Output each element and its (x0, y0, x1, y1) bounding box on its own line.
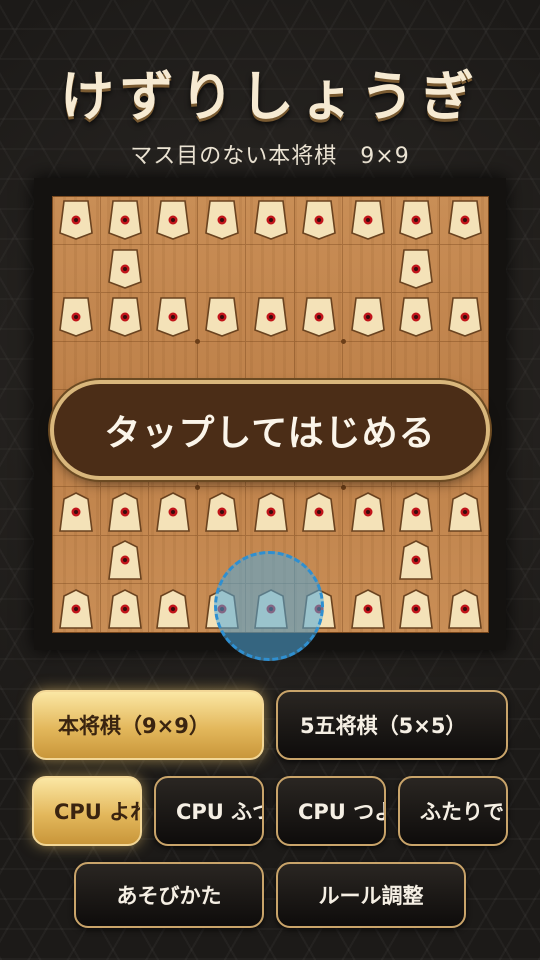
cpu-weak-button[interactable]: CPU よわい (32, 776, 142, 846)
board-cell[interactable] (246, 244, 295, 294)
rule-settings-button[interactable]: ルール調整 (276, 862, 466, 928)
shogi-piece[interactable] (107, 297, 142, 338)
shogi-piece[interactable] (59, 491, 94, 532)
board-cell[interactable] (440, 535, 489, 585)
shogi-piece[interactable] (302, 297, 336, 338)
board-cell[interactable] (294, 244, 344, 294)
cpu-weak-label: CPU よわい (54, 800, 140, 824)
app-subtitle: マス目のない本将棋 9×9 (130, 144, 410, 169)
board-cell[interactable] (391, 341, 441, 391)
shogi-piece[interactable] (107, 200, 142, 241)
mode-mini-button[interactable]: 5五将棋（5×5） (276, 690, 508, 760)
shogi-piece[interactable] (399, 297, 434, 338)
board-cell[interactable] (52, 535, 101, 585)
shogi-piece[interactable] (107, 588, 142, 629)
shogi-piece[interactable] (107, 540, 142, 580)
mode-mini-label: 5五将棋（5×5） (300, 714, 467, 738)
board-cell[interactable] (100, 341, 150, 391)
board-star-point (340, 484, 346, 490)
board-cell[interactable] (343, 535, 392, 585)
shogi-piece[interactable] (399, 249, 434, 289)
shogi-piece[interactable] (350, 588, 385, 629)
board-cell[interactable] (52, 341, 101, 391)
shogi-piece[interactable] (399, 200, 434, 241)
shogi-piece[interactable] (253, 297, 288, 338)
shogi-piece[interactable] (399, 491, 434, 532)
shogi-piece[interactable] (447, 588, 482, 629)
board-cell[interactable] (197, 244, 247, 294)
rule-settings-label: ルール調整 (318, 884, 424, 908)
shogi-piece[interactable] (350, 491, 385, 532)
mode-standard-label: 本将棋（9×9） (58, 714, 210, 738)
shogi-piece[interactable] (350, 200, 385, 241)
board-cell[interactable] (440, 244, 489, 294)
shogi-piece[interactable] (399, 540, 434, 580)
shogi-piece[interactable] (156, 297, 191, 338)
touch-indicator (214, 551, 324, 661)
shogi-piece[interactable] (107, 491, 142, 532)
board-cell[interactable] (149, 244, 198, 294)
shogi-piece[interactable] (59, 200, 94, 241)
shogi-piece[interactable] (156, 588, 191, 629)
shogi-piece[interactable] (205, 297, 239, 338)
shogi-piece[interactable] (156, 200, 191, 241)
how-to-play-button[interactable]: あそびかた (74, 862, 264, 928)
two-players-button[interactable]: ふたりで (398, 776, 508, 846)
shogi-piece[interactable] (107, 249, 142, 289)
shogi-piece[interactable] (447, 491, 482, 532)
cpu-strong-button[interactable]: CPU つよい (276, 776, 386, 846)
board-cell[interactable] (343, 341, 392, 391)
shogi-piece[interactable] (253, 200, 288, 241)
shogi-piece[interactable] (447, 200, 482, 241)
mode-standard-button[interactable]: 本将棋（9×9） (32, 690, 264, 760)
app-title: けずりしょうぎ (60, 64, 480, 128)
shogi-piece[interactable] (447, 297, 482, 338)
board-cell[interactable] (149, 341, 198, 391)
board-cell[interactable] (343, 244, 392, 294)
board-cell[interactable] (52, 244, 101, 294)
cpu-normal-button[interactable]: CPU ふつう (154, 776, 264, 846)
shogi-piece[interactable] (205, 200, 239, 241)
board-cell[interactable] (149, 535, 198, 585)
cpu-normal-label: CPU ふつう (176, 800, 262, 824)
shogi-piece[interactable] (253, 491, 288, 532)
shogi-piece[interactable] (399, 588, 434, 629)
shogi-piece[interactable] (59, 297, 94, 338)
shogi-piece[interactable] (59, 588, 94, 629)
board-cell[interactable] (440, 341, 489, 391)
two-players-label: ふたりで (420, 800, 504, 824)
board-cell[interactable] (294, 341, 344, 391)
shogi-piece[interactable] (302, 200, 336, 241)
cpu-strong-label: CPU つよい (298, 800, 384, 824)
board-star-point (340, 339, 346, 345)
shogi-piece[interactable] (156, 491, 191, 532)
shogi-piece[interactable] (302, 491, 336, 532)
tap-to-start-button[interactable]: タップしてはじめる (54, 384, 486, 476)
how-to-play-label: あそびかた (116, 884, 222, 908)
board-star-point (195, 484, 201, 490)
shogi-piece[interactable] (205, 491, 239, 532)
board-cell[interactable] (197, 341, 247, 391)
shogi-piece[interactable] (350, 297, 385, 338)
board-cell[interactable] (246, 341, 295, 391)
